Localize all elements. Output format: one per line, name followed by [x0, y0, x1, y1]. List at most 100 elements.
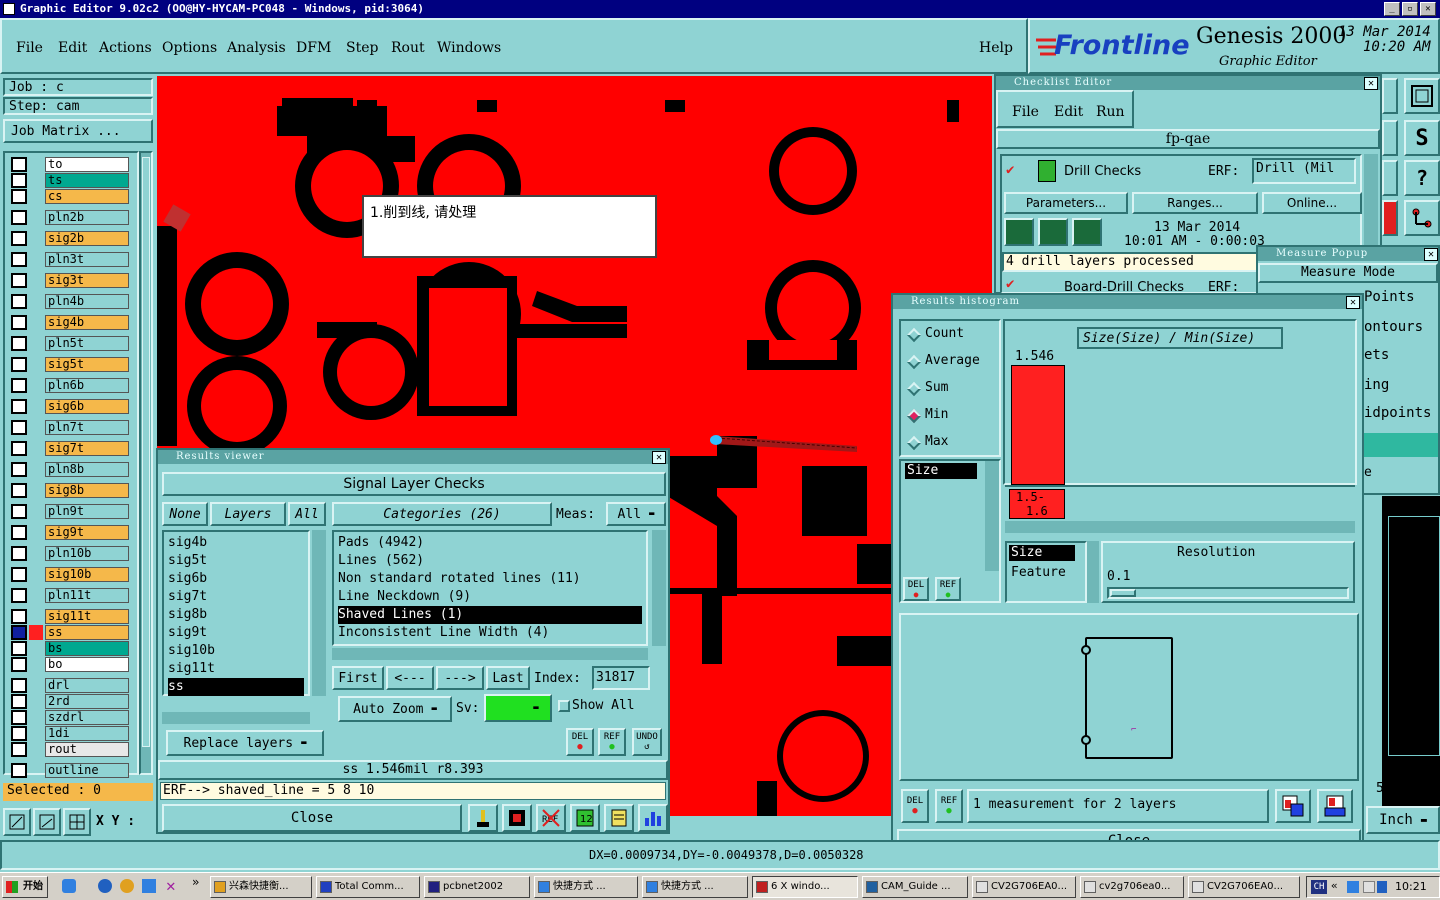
- layer-row[interactable]: pln7t: [11, 420, 129, 435]
- meas-dropdown[interactable]: All ▬: [606, 502, 666, 526]
- category-item[interactable]: Inconsistent Line Width (4): [338, 624, 642, 642]
- last-button[interactable]: Last: [486, 666, 530, 690]
- chart-view-button-2[interactable]: [1317, 789, 1353, 823]
- result-layer-hscrollbar[interactable]: [162, 712, 310, 724]
- layer-row[interactable]: pln4b: [11, 294, 129, 309]
- security-icon[interactable]: [1377, 881, 1387, 893]
- taskbar-task[interactable]: 6 X windo...: [752, 876, 858, 898]
- units-dropdown[interactable]: Inch ▬: [1366, 806, 1440, 834]
- taskbar-task[interactable]: CAM_Guide ...: [862, 876, 968, 898]
- taskbar-task[interactable]: CV2G706EA0...: [972, 876, 1076, 898]
- quicklaunch-icon-3[interactable]: [142, 879, 156, 893]
- average-radio[interactable]: [906, 354, 922, 370]
- category-item[interactable]: Lines (562): [338, 552, 642, 570]
- menu-analysis[interactable]: Analysis: [227, 40, 286, 56]
- layer-row[interactable]: szdrl: [11, 710, 129, 725]
- layer-row[interactable]: 2rd: [11, 694, 129, 709]
- taskbar-overflow-icon[interactable]: »: [192, 875, 199, 889]
- layer-row[interactable]: sig11t: [11, 609, 129, 624]
- layer-row[interactable]: outline: [11, 763, 129, 778]
- layer-checkbox[interactable]: [11, 189, 27, 204]
- index-input[interactable]: 31817: [592, 666, 650, 690]
- menu-options[interactable]: Options: [162, 40, 217, 56]
- resolution-slider[interactable]: [1107, 587, 1349, 599]
- layer-row[interactable]: ts: [11, 173, 129, 188]
- min-radio[interactable]: [906, 408, 922, 424]
- layer-checkbox[interactable]: [11, 336, 27, 351]
- layer-checkbox[interactable]: [11, 231, 27, 246]
- layer-row[interactable]: pln10b: [11, 546, 129, 561]
- layer-row[interactable]: pln8b: [11, 462, 129, 477]
- lang-indicator[interactable]: CH: [1311, 880, 1327, 894]
- layer-checkbox[interactable]: [11, 657, 27, 672]
- layer-checkbox[interactable]: [11, 710, 27, 725]
- toolbar-icon-1[interactable]: [1382, 78, 1398, 114]
- measure-item-contours[interactable]: ontours: [1364, 319, 1423, 335]
- layer-row[interactable]: 1di: [11, 726, 129, 741]
- close-window-button[interactable]: ✕: [1420, 2, 1436, 16]
- histogram-bar[interactable]: [1011, 365, 1065, 485]
- netlist-icon[interactable]: [1404, 200, 1440, 236]
- clock-app-icon[interactable]: [120, 879, 134, 893]
- snap-s-icon[interactable]: S: [1404, 120, 1440, 156]
- layer-checkbox[interactable]: [11, 462, 27, 477]
- taskbar-task[interactable]: 快捷方式 ...: [642, 876, 748, 898]
- layer-checkbox[interactable]: [11, 273, 27, 288]
- count-radio[interactable]: [906, 327, 922, 343]
- menu-file[interactable]: File: [16, 40, 43, 56]
- layer-row[interactable]: pln6b: [11, 378, 129, 393]
- result-layer-item[interactable]: sig9t: [168, 624, 304, 642]
- category-item[interactable]: Line Neckdown (9): [338, 588, 642, 606]
- menu-actions[interactable]: Actions: [99, 40, 152, 56]
- results-viewer-close-button[interactable]: Close: [162, 804, 462, 832]
- tool-icon-4[interactable]: 12: [570, 804, 600, 832]
- tray-expand-icon[interactable]: «: [1331, 879, 1338, 892]
- layer-row[interactable]: sig2b: [11, 231, 129, 246]
- job-matrix-button[interactable]: Job Matrix ...: [3, 119, 153, 143]
- help-query-icon[interactable]: ?: [1404, 160, 1440, 196]
- menu-step[interactable]: Step: [346, 40, 378, 56]
- ie-icon[interactable]: [98, 879, 112, 893]
- result-layer-item[interactable]: sig11t: [168, 660, 304, 678]
- category-item[interactable]: Shaved Lines (1): [338, 606, 642, 624]
- axis-list-scrollbar[interactable]: [1087, 541, 1099, 603]
- layer-row[interactable]: pln5t: [11, 336, 129, 351]
- snap-tool-button[interactable]: [63, 808, 91, 836]
- tool-icon-3[interactable]: REF: [536, 804, 566, 832]
- layers-button[interactable]: Layers: [210, 502, 286, 526]
- layer-row[interactable]: sig4b: [11, 315, 129, 330]
- field-list-scrollbar[interactable]: [985, 461, 999, 571]
- measure-item-midpoints[interactable]: idpoints: [1364, 405, 1431, 421]
- layer-row[interactable]: sig8b: [11, 483, 129, 498]
- taskbar-task[interactable]: 快捷方式 ...: [534, 876, 638, 898]
- resolution-slider-thumb[interactable]: [1110, 589, 1136, 597]
- checklist-editor-titlebar[interactable]: Checklist Editor: [996, 76, 1380, 90]
- histogram-close-icon[interactable]: ✕: [1346, 296, 1360, 309]
- board-drill-checkmark-icon[interactable]: ✔: [1006, 276, 1014, 292]
- layer-checkbox[interactable]: [11, 173, 27, 188]
- layer-checkbox[interactable]: [11, 641, 27, 656]
- layer-row[interactable]: rout: [11, 742, 129, 757]
- hist-del-button-2[interactable]: DEL ●: [901, 789, 929, 823]
- measure-popup-titlebar[interactable]: Measure Popup: [1258, 247, 1438, 261]
- run-icon-3[interactable]: [1072, 218, 1102, 246]
- size-list-item[interactable]: Size: [905, 463, 977, 479]
- max-radio[interactable]: [906, 435, 922, 451]
- layer-checkbox[interactable]: [11, 546, 27, 561]
- layer-checkbox[interactable]: [11, 726, 27, 741]
- rv-undo-button[interactable]: UNDO ↺: [632, 728, 662, 756]
- category-scrollbar[interactable]: [652, 530, 666, 646]
- category-item[interactable]: Pads (4942): [338, 534, 642, 552]
- parameters-button[interactable]: Parameters...: [1004, 192, 1128, 214]
- measure-popup-close-icon[interactable]: ✕: [1424, 248, 1438, 261]
- result-layer-item[interactable]: sig4b: [168, 534, 304, 552]
- layer-row[interactable]: ss: [11, 625, 129, 640]
- axis-feature-item[interactable]: Feature: [1011, 565, 1066, 580]
- layer-checkbox[interactable]: [11, 678, 27, 693]
- layer-checkbox[interactable]: [11, 742, 27, 757]
- layer-checkbox[interactable]: [11, 294, 27, 309]
- toolbar-icon-2[interactable]: [1382, 120, 1398, 156]
- taskbar-task[interactable]: pcbnet2002: [424, 876, 530, 898]
- layer-checkbox[interactable]: [11, 483, 27, 498]
- checklist-editor-close-icon[interactable]: ✕: [1364, 77, 1378, 90]
